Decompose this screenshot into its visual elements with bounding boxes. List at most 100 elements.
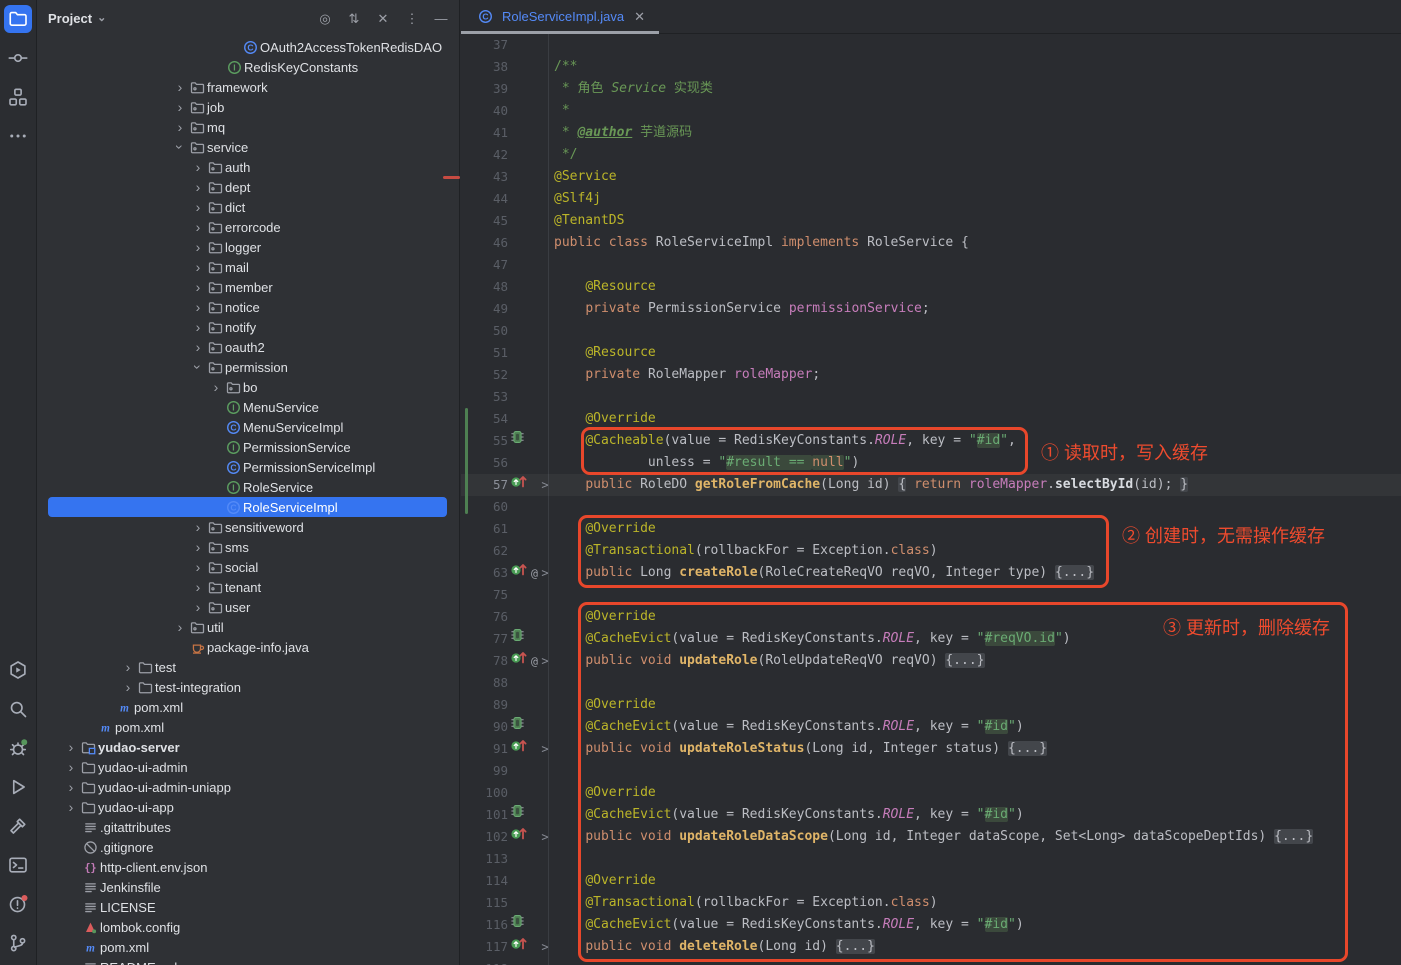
code-line-51[interactable]: 51 @Resource (461, 342, 1401, 364)
code-line-90[interactable]: 90 @CacheEvict(value = RedisKeyConstants… (461, 716, 1401, 738)
code-editor[interactable]: 3738/**39 * 角色 Service 实现类40 *41 * @auth… (461, 34, 1401, 965)
tree-item-bo[interactable]: ›bo (37, 377, 459, 397)
hide-panel-icon[interactable]: — (433, 11, 449, 27)
tree-item-license[interactable]: LICENSE (37, 897, 459, 917)
tree-item-util[interactable]: ›util (37, 617, 459, 637)
project-tool-icon[interactable] (4, 5, 32, 33)
tree-item-yudao-ui-app[interactable]: ›yudao-ui-app (37, 797, 459, 817)
chevron-collapsed-icon[interactable]: › (118, 678, 138, 696)
chevron-collapsed-icon[interactable]: › (188, 518, 208, 536)
chevron-collapsed-icon[interactable]: › (206, 378, 226, 396)
tree-item-package-info-java[interactable]: package-info.java (37, 637, 459, 657)
code-line-113[interactable]: 113 (461, 848, 1401, 870)
vcs-change-marker[interactable] (465, 408, 468, 514)
more-tools-icon[interactable] (4, 122, 32, 150)
tree-item-rediskeyconstants[interactable]: IRedisKeyConstants (37, 57, 459, 77)
build-tool-icon[interactable] (4, 812, 32, 840)
fold-arrow-icon[interactable]: > (538, 936, 552, 958)
tree-item-dept[interactable]: ›dept (37, 177, 459, 197)
chevron-collapsed-icon[interactable]: › (188, 558, 208, 576)
chevron-expanded-icon[interactable]: › (171, 137, 189, 157)
code-line-50[interactable]: 50 (461, 320, 1401, 342)
code-line-60[interactable]: 60 (461, 496, 1401, 518)
debug-tool-icon[interactable] (4, 734, 32, 762)
project-view-selector[interactable]: Project ⌄ (48, 11, 106, 26)
run-tool-icon[interactable] (4, 773, 32, 801)
code-line-41[interactable]: 41 * @author 芋道源码 (461, 122, 1401, 144)
chevron-collapsed-icon[interactable]: › (170, 98, 190, 116)
tree-item-member[interactable]: ›member (37, 277, 459, 297)
fold-arrow-icon[interactable]: > (538, 562, 552, 584)
structure-tool-icon[interactable] (4, 83, 32, 111)
override-gutter-icon[interactable] (510, 561, 527, 585)
chevron-collapsed-icon[interactable]: › (170, 118, 190, 136)
tree-item-roleserviceimpl[interactable]: CRoleServiceImpl (37, 497, 459, 517)
code-line-114[interactable]: 114 @Override (461, 870, 1401, 892)
expand-collapse-icon[interactable]: ⇅ (346, 11, 362, 27)
fold-arrow-icon[interactable]: > (538, 826, 552, 848)
terminal-tool-icon[interactable] (4, 851, 32, 879)
override-gutter-icon[interactable] (510, 737, 527, 761)
tree-item--gitattributes[interactable]: .gitattributes (37, 817, 459, 837)
fold-arrow-icon[interactable]: > (538, 738, 552, 760)
tab-roleserviceimpl-java[interactable]: C RoleServiceImpl.java ✕ (461, 0, 659, 33)
code-line-46[interactable]: 46public class RoleServiceImpl implement… (461, 232, 1401, 254)
tree-item-http-client-env-json[interactable]: {}http-client.env.json (37, 857, 459, 877)
chevron-collapsed-icon[interactable]: › (188, 578, 208, 596)
tree-item-tenant[interactable]: ›tenant (37, 577, 459, 597)
tree-item-test[interactable]: ›test (37, 657, 459, 677)
code-line-40[interactable]: 40 * (461, 100, 1401, 122)
tree-item-errorcode[interactable]: ›errorcode (37, 217, 459, 237)
chevron-collapsed-icon[interactable]: › (188, 218, 208, 236)
tree-item-job[interactable]: ›job (37, 97, 459, 117)
code-line-55[interactable]: 55 @Cacheable(value = RedisKeyConstants.… (461, 430, 1401, 452)
override-gutter-icon[interactable] (510, 935, 527, 959)
tree-item-yudao-ui-admin[interactable]: ›yudao-ui-admin (37, 757, 459, 777)
chevron-collapsed-icon[interactable]: › (188, 598, 208, 616)
commit-tool-icon[interactable] (4, 44, 32, 72)
code-line-42[interactable]: 42 */ (461, 144, 1401, 166)
code-line-54[interactable]: 54 @Override (461, 408, 1401, 430)
cache-gutter-icon[interactable] (510, 715, 525, 739)
code-line-116[interactable]: 116 @CacheEvict(value = RedisKeyConstant… (461, 914, 1401, 936)
tree-item-pom-xml[interactable]: mpom.xml (37, 697, 459, 717)
code-line-88[interactable]: 88 (461, 672, 1401, 694)
chevron-collapsed-icon[interactable]: › (188, 338, 208, 356)
code-line-37[interactable]: 37 (461, 34, 1401, 56)
cache-gutter-icon[interactable] (510, 803, 525, 827)
code-line-57[interactable]: 57> public RoleDO getRoleFromCache(Long … (461, 474, 1401, 496)
locate-icon[interactable]: ◎ (317, 11, 333, 27)
services-tool-icon[interactable] (4, 656, 32, 684)
code-line-102[interactable]: 102> public void updateRoleDataScope(Lon… (461, 826, 1401, 848)
code-line-53[interactable]: 53 (461, 386, 1401, 408)
tree-item-mail[interactable]: ›mail (37, 257, 459, 277)
search-icon[interactable] (4, 695, 32, 723)
chevron-collapsed-icon[interactable]: › (61, 798, 81, 816)
code-line-118[interactable]: 118 (461, 958, 1401, 965)
override-gutter-icon[interactable] (510, 473, 527, 497)
chevron-collapsed-icon[interactable]: › (170, 78, 190, 96)
chevron-collapsed-icon[interactable]: › (61, 778, 81, 796)
chevron-collapsed-icon[interactable]: › (188, 178, 208, 196)
annotation-gutter-icon[interactable]: @ (531, 562, 538, 584)
code-line-52[interactable]: 52 private RoleMapper roleMapper; (461, 364, 1401, 386)
code-line-48[interactable]: 48 @Resource (461, 276, 1401, 298)
code-line-78[interactable]: 78>@ public void updateRole(RoleUpdateRe… (461, 650, 1401, 672)
tree-item-service[interactable]: ›service (37, 137, 459, 157)
tree-item-menuserviceimpl[interactable]: CMenuServiceImpl (37, 417, 459, 437)
tree-item-permission[interactable]: ›permission (37, 357, 459, 377)
tree-item-yudao-server[interactable]: ›yudao-server (37, 737, 459, 757)
tree-item-mq[interactable]: ›mq (37, 117, 459, 137)
code-line-45[interactable]: 45@TenantDS (461, 210, 1401, 232)
chevron-collapsed-icon[interactable]: › (188, 258, 208, 276)
code-line-117[interactable]: 117> public void deleteRole(Long id) {..… (461, 936, 1401, 958)
code-line-44[interactable]: 44@Slf4j (461, 188, 1401, 210)
collapse-all-icon[interactable]: ✕ (375, 11, 391, 27)
tree-item-yudao-ui-admin-uniapp[interactable]: ›yudao-ui-admin-uniapp (37, 777, 459, 797)
chevron-collapsed-icon[interactable]: › (61, 738, 81, 756)
chevron-collapsed-icon[interactable]: › (188, 238, 208, 256)
tree-item-test-integration[interactable]: ›test-integration (37, 677, 459, 697)
tree-item-notice[interactable]: ›notice (37, 297, 459, 317)
chevron-collapsed-icon[interactable]: › (61, 758, 81, 776)
tree-item-oauth2[interactable]: ›oauth2 (37, 337, 459, 357)
